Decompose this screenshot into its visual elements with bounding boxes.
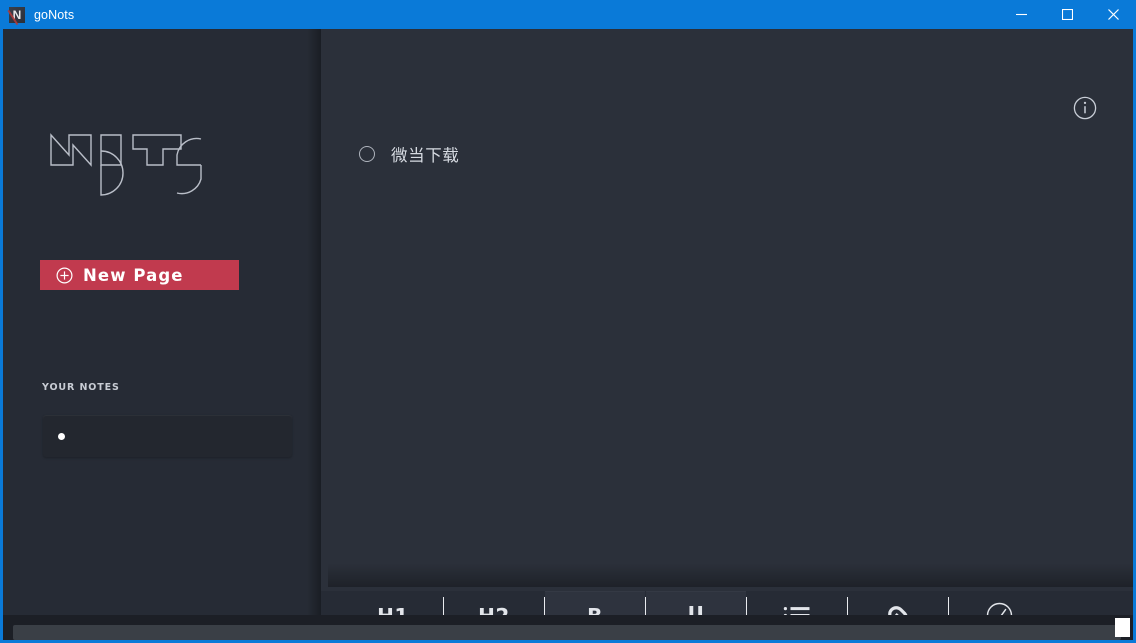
title-bar: N goNots xyxy=(0,0,1136,29)
nots-logo xyxy=(43,117,208,199)
info-circle-icon[interactable] xyxy=(1073,96,1097,120)
app-logo-icon: N xyxy=(7,3,28,25)
sidebar: New Page YOUR NOTES xyxy=(3,29,321,640)
close-icon xyxy=(1107,9,1119,20)
close-button[interactable] xyxy=(1090,0,1136,29)
new-page-label: New Page xyxy=(83,265,184,285)
main-content: 微当下载 H1 H2 B U xyxy=(321,29,1133,640)
app-window: N goNots New Page YOUR NOTES 微当下载 U xyxy=(0,0,1136,643)
scrollbar-corner xyxy=(1115,618,1130,637)
editor-line: 微当下载 xyxy=(359,142,459,166)
circle-unchecked-icon[interactable] xyxy=(359,146,375,162)
maximize-button[interactable] xyxy=(1044,0,1090,29)
window-body: New Page YOUR NOTES 微当下载 U xyxy=(3,29,1133,640)
list-item[interactable] xyxy=(43,415,292,457)
plus-circle-icon xyxy=(56,266,73,284)
editor-panel[interactable]: 微当下载 xyxy=(328,29,1133,567)
new-page-button[interactable]: New Page xyxy=(40,260,239,290)
scrollbar-thumb[interactable] xyxy=(13,625,1121,640)
horizontal-scrollbar[interactable] xyxy=(8,620,1126,640)
window-title: goNots xyxy=(34,7,75,22)
status-bar xyxy=(3,615,1133,640)
editor-line-text: 微当下载 xyxy=(391,146,460,165)
window-controls xyxy=(998,0,1136,29)
dot-icon xyxy=(58,432,65,440)
minimize-button[interactable] xyxy=(998,0,1044,29)
your-notes-label: YOUR NOTES xyxy=(42,382,120,393)
minimize-icon xyxy=(1015,13,1027,16)
maximize-icon xyxy=(1061,9,1073,20)
